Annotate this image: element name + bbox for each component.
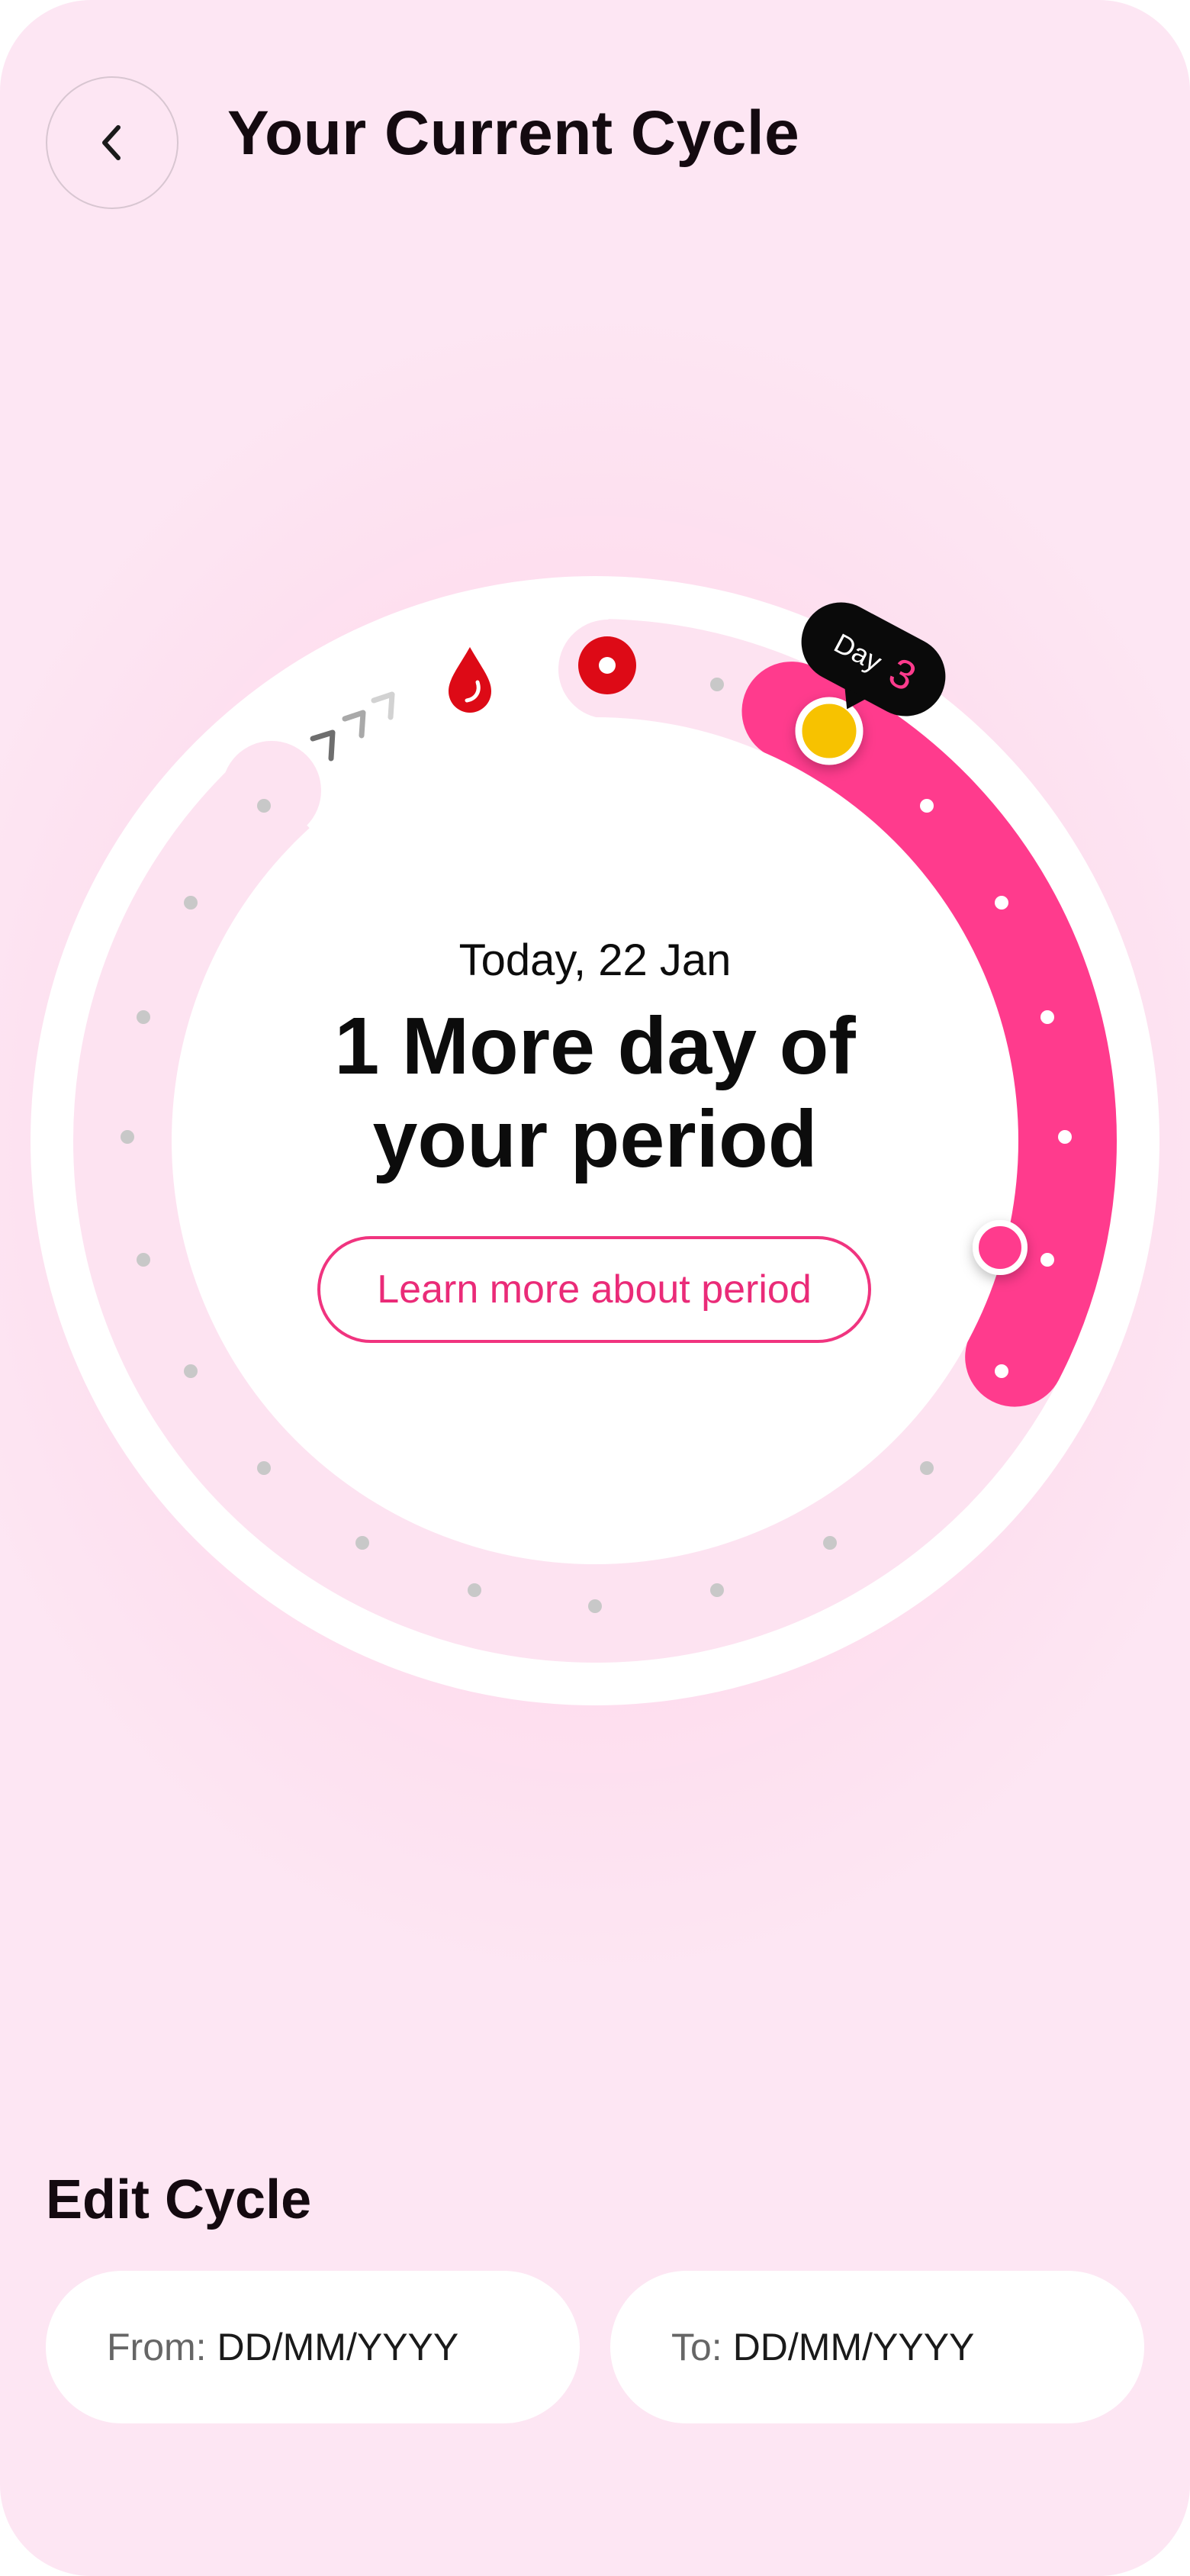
headline-line-2: your period xyxy=(372,1094,818,1184)
to-label: To: xyxy=(671,2326,722,2368)
to-placeholder: DD/MM/YYYY xyxy=(732,2326,975,2368)
track-cap-left xyxy=(222,741,321,840)
cycle-ring: Day 3 xyxy=(31,576,1159,1705)
period-marker-icon xyxy=(578,636,636,694)
today-label: Today, 22 Jan xyxy=(458,935,732,985)
edit-cycle-title: Edit Cycle xyxy=(46,2169,312,2230)
from-date-field[interactable]: From: DD/MM/YYYY xyxy=(46,2271,580,2423)
to-date-field[interactable]: To: DD/MM/YYYY xyxy=(610,2271,1144,2423)
learn-more-button[interactable]: Learn more about period xyxy=(317,1236,871,1343)
headline-line-1: 1 More day of xyxy=(334,1001,856,1091)
today-marker[interactable] xyxy=(795,697,864,765)
cycle-headline: 1 More day of your period xyxy=(0,1000,1190,1186)
from-label: From: xyxy=(107,2326,207,2368)
period-end-marker[interactable] xyxy=(973,1220,1028,1275)
screen: Your Current Cycle Day 3 Today, 22 Jan 1… xyxy=(0,0,1190,2576)
from-placeholder: DD/MM/YYYY xyxy=(217,2326,459,2368)
